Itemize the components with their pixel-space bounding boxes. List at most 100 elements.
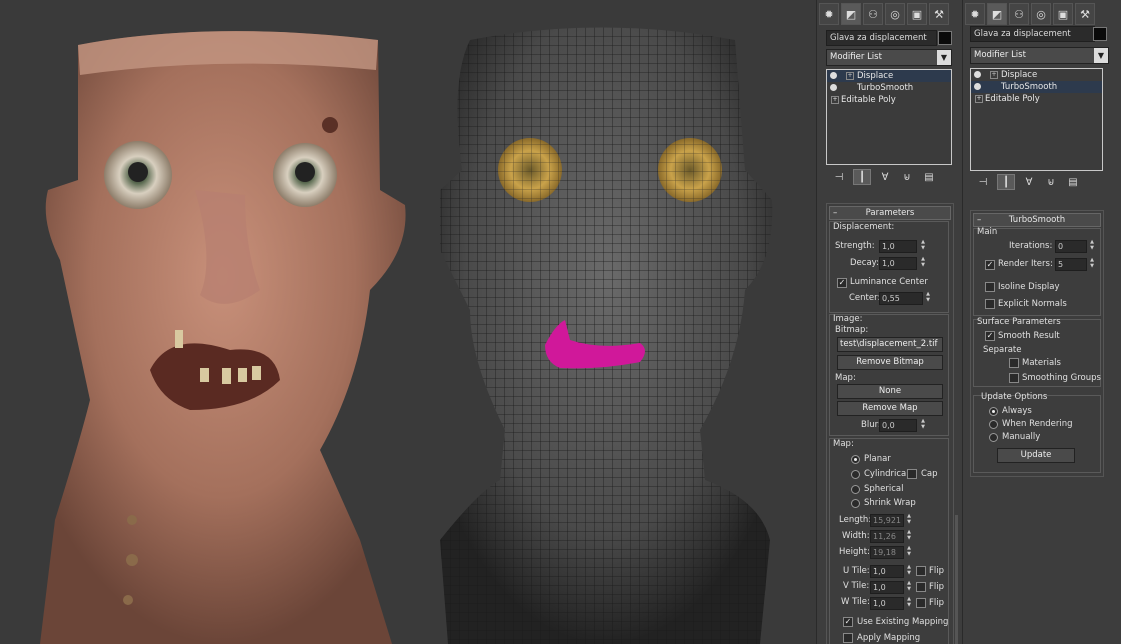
center-spinner[interactable]: 0,55 [879, 292, 923, 305]
pin-stack-icon[interactable]: ⊣ [831, 170, 847, 184]
explicit-normals-checkbox[interactable] [985, 299, 995, 309]
expand-icon[interactable]: + [975, 95, 983, 103]
show-end-result-icon[interactable]: ┃ [853, 169, 871, 185]
bitmap-button[interactable]: test\displacement_2.tif [837, 337, 943, 352]
motion-icon[interactable]: ◎ [1031, 3, 1051, 25]
command-tabs: ✹ ◩ ⚇ ◎ ▣ ⚒ [965, 3, 1095, 27]
show-end-result-icon[interactable]: ┃ [997, 174, 1015, 190]
length-spinner[interactable]: 15,921 [870, 514, 904, 527]
map-none-button[interactable]: None [837, 384, 943, 399]
render-iters-checkbox[interactable]: ✓ [985, 260, 995, 270]
blur-spinner[interactable]: 0,0 [879, 419, 917, 432]
shrink-wrap-radio[interactable] [851, 499, 860, 508]
stack-item-displace[interactable]: + Displace [971, 69, 1102, 81]
turbosmooth-rollout-title[interactable]: – TurboSmooth [973, 213, 1101, 227]
stack-item-displace[interactable]: + Displace [827, 70, 951, 82]
manually-radio[interactable] [989, 433, 998, 442]
spinner-arrows-icon[interactable]: ▲ ▼ [906, 596, 912, 608]
parameters-rollout-title[interactable]: – Parameters [829, 206, 951, 220]
make-unique-icon[interactable]: ∀ [1021, 175, 1037, 189]
panel-scrollbar[interactable] [955, 515, 958, 644]
materials-label: Materials [1022, 358, 1061, 368]
configure-sets-icon[interactable]: ▤ [921, 170, 937, 184]
remove-modifier-icon[interactable]: ⊌ [899, 170, 915, 184]
spinner-arrows-icon[interactable]: ▲ ▼ [906, 545, 912, 557]
spinner-arrows-icon[interactable]: ▲ ▼ [925, 291, 931, 303]
u-flip-checkbox[interactable] [916, 566, 926, 576]
apply-mapping-checkbox[interactable] [843, 633, 853, 643]
u-tile-spinner[interactable]: 1,0 [870, 565, 904, 578]
w-tile-spinner[interactable]: 1,0 [870, 597, 904, 610]
v-tile-label: V Tile: [843, 581, 870, 591]
collapse-icon: – [977, 215, 982, 225]
always-radio[interactable] [989, 407, 998, 416]
width-spinner[interactable]: 11,26 [870, 530, 904, 543]
planar-radio[interactable] [851, 455, 860, 464]
remove-modifier-icon[interactable]: ⊌ [1043, 175, 1059, 189]
object-color-swatch[interactable] [938, 31, 952, 45]
smooth-result-checkbox[interactable]: ✓ [985, 331, 995, 341]
expand-icon[interactable]: + [990, 71, 998, 79]
stack-item-editable-poly[interactable]: + Editable Poly [971, 93, 1102, 105]
spinner-arrows-icon[interactable]: ▲ ▼ [906, 564, 912, 576]
update-button[interactable]: Update [997, 448, 1075, 463]
display-icon[interactable]: ▣ [1053, 3, 1073, 25]
when-rendering-radio[interactable] [989, 420, 998, 429]
bulb-icon[interactable] [974, 83, 981, 90]
stack-item-turbosmooth[interactable]: TurboSmooth [827, 82, 951, 94]
spherical-radio[interactable] [851, 485, 860, 494]
motion-icon[interactable]: ◎ [885, 3, 905, 25]
materials-checkbox[interactable] [1009, 358, 1019, 368]
hierarchy-icon[interactable]: ⚇ [1009, 3, 1029, 25]
hammer-icon[interactable]: ⚒ [1075, 3, 1095, 25]
modifier-list-dropdown[interactable]: Modifier List ▼ [970, 47, 1109, 64]
object-name-field[interactable]: Glava za displacement [970, 26, 1095, 42]
spinner-arrows-icon[interactable]: ▲ ▼ [906, 580, 912, 592]
sun-icon[interactable]: ✹ [819, 3, 839, 25]
remove-map-button[interactable]: Remove Map [837, 401, 943, 416]
v-flip-checkbox[interactable] [916, 582, 926, 592]
bulb-icon[interactable] [830, 84, 837, 91]
spinner-arrows-icon[interactable]: ▲ ▼ [1089, 239, 1095, 251]
strength-spinner[interactable]: 1,0 [879, 240, 917, 253]
make-unique-icon[interactable]: ∀ [877, 170, 893, 184]
display-icon[interactable]: ▣ [907, 3, 927, 25]
decay-spinner[interactable]: 1,0 [879, 257, 917, 270]
modifier-list-dropdown[interactable]: Modifier List ▼ [826, 49, 952, 66]
modify-icon[interactable]: ◩ [841, 3, 861, 25]
spinner-arrows-icon[interactable]: ▲ ▼ [920, 239, 926, 251]
iterations-spinner[interactable]: 0 [1055, 240, 1087, 253]
expand-icon[interactable]: + [831, 96, 839, 104]
spinner-arrows-icon[interactable]: ▲ ▼ [920, 418, 926, 430]
stack-item-turbosmooth[interactable]: TurboSmooth [971, 81, 1102, 93]
sun-icon[interactable]: ✹ [965, 3, 985, 25]
stack-item-editable-poly[interactable]: + Editable Poly [827, 94, 951, 106]
bulb-icon[interactable] [830, 72, 837, 79]
expand-icon[interactable]: + [846, 72, 854, 80]
spinner-arrows-icon[interactable]: ▲ ▼ [1089, 257, 1095, 269]
pin-stack-icon[interactable]: ⊣ [975, 175, 991, 189]
use-existing-mapping-checkbox[interactable]: ✓ [843, 617, 853, 627]
luminance-center-checkbox[interactable]: ✓ [837, 278, 847, 288]
w-flip-checkbox[interactable] [916, 598, 926, 608]
spinner-arrows-icon[interactable]: ▲ ▼ [906, 529, 912, 541]
height-spinner[interactable]: 19,18 [870, 546, 904, 559]
cap-checkbox[interactable] [907, 469, 917, 479]
object-name-field[interactable]: Glava za displacement [826, 30, 937, 46]
render-iters-spinner[interactable]: 5 [1055, 258, 1087, 271]
v-tile-spinner[interactable]: 1,0 [870, 581, 904, 594]
viewport[interactable] [0, 0, 816, 644]
remove-bitmap-button[interactable]: Remove Bitmap [837, 355, 943, 370]
object-color-swatch[interactable] [1093, 27, 1107, 41]
stack-item-label: Editable Poly [841, 95, 896, 105]
spinner-arrows-icon[interactable]: ▲ ▼ [920, 256, 926, 268]
isoline-display-checkbox[interactable] [985, 282, 995, 292]
hammer-icon[interactable]: ⚒ [929, 3, 949, 25]
smoothing-groups-checkbox[interactable] [1009, 373, 1019, 383]
hierarchy-icon[interactable]: ⚇ [863, 3, 883, 25]
spinner-arrows-icon[interactable]: ▲ ▼ [906, 513, 912, 525]
configure-sets-icon[interactable]: ▤ [1065, 175, 1081, 189]
cylindrical-radio[interactable] [851, 470, 860, 479]
bulb-icon[interactable] [974, 71, 981, 78]
modify-icon[interactable]: ◩ [987, 3, 1007, 25]
